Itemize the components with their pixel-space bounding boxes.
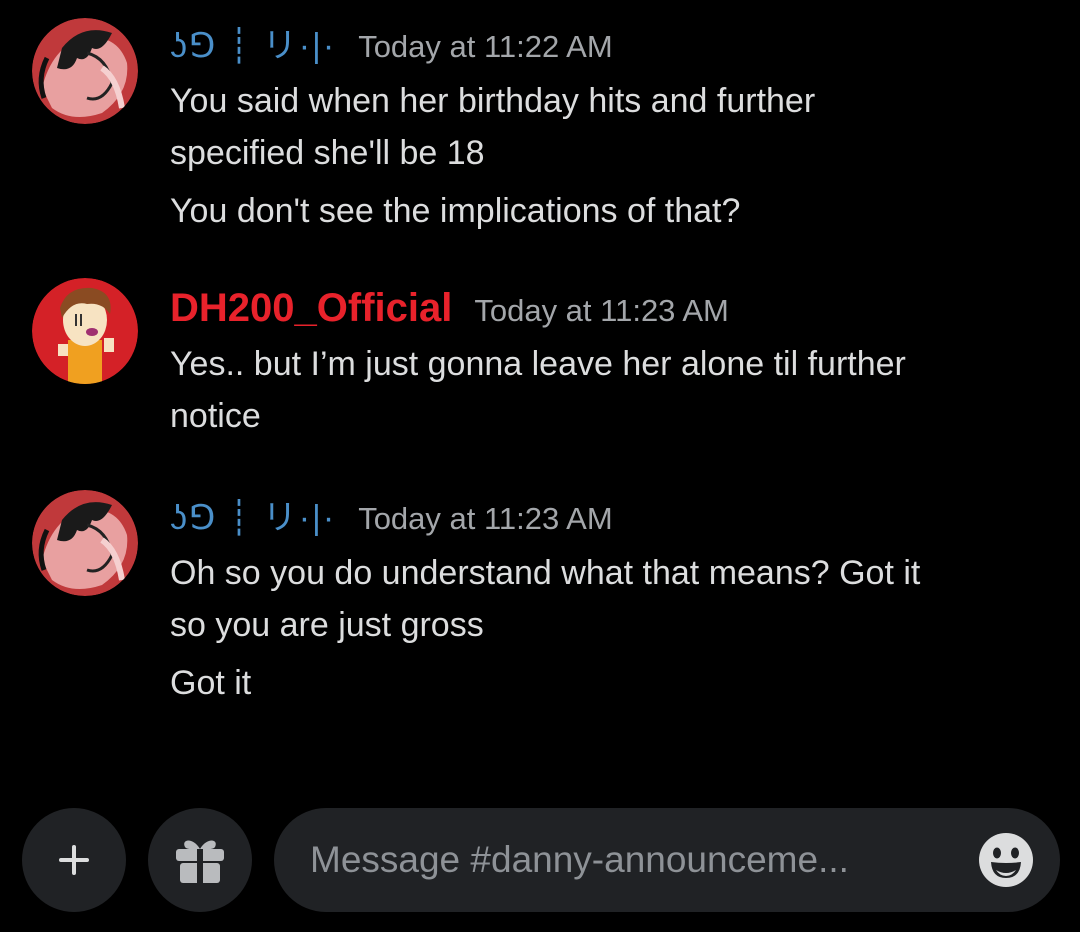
timestamp: Today at 11:23 AM <box>474 293 729 328</box>
attach-button[interactable] <box>22 808 126 912</box>
chat-message-list: ʖꓨ ┊ リ·|· Today at 11:22 AM You said whe… <box>0 0 1080 800</box>
message-line: You don't see the implications of that? <box>170 192 741 230</box>
message-line: notice <box>170 397 261 435</box>
avatar[interactable] <box>32 278 138 384</box>
emoji-smile-icon <box>979 833 1033 887</box>
message-header: ʖꓨ ┊ リ·|· Today at 11:22 AM <box>170 18 613 74</box>
message-line: You said when her birthday hits and furt… <box>170 82 816 120</box>
avatar[interactable] <box>32 490 138 596</box>
message-header: DH200_Official Today at 11:23 AM <box>170 280 729 336</box>
message-input-container <box>274 808 1060 912</box>
message-line: specified she'll be 18 <box>170 134 485 172</box>
gift-button[interactable] <box>148 808 252 912</box>
username[interactable]: DH200_Official <box>170 280 452 336</box>
message-content: Yes.. but I’m just gonna leave her alone… <box>170 338 1050 448</box>
message-content: Oh so you do understand what that means?… <box>170 547 1050 715</box>
message-input[interactable] <box>310 808 960 912</box>
message-content: You said when her birthday hits and furt… <box>170 75 1050 243</box>
emoji-button[interactable] <box>978 832 1034 888</box>
message-line: Oh so you do understand what that means?… <box>170 554 921 592</box>
message-line: Got it <box>170 664 252 702</box>
username[interactable]: ʖꓨ ┊ リ·|· <box>170 490 336 546</box>
username[interactable]: ʖꓨ ┊ リ·|· <box>170 18 336 74</box>
message-composer <box>0 806 1080 912</box>
timestamp: Today at 11:22 AM <box>358 29 613 64</box>
avatar[interactable] <box>32 18 138 124</box>
message-line: Yes.. but I’m just gonna leave her alone… <box>170 345 906 383</box>
message-line: so you are just gross <box>170 606 484 644</box>
plus-icon <box>59 845 89 875</box>
message-header: ʖꓨ ┊ リ·|· Today at 11:23 AM <box>170 490 613 546</box>
gift-icon <box>176 840 224 883</box>
timestamp: Today at 11:23 AM <box>358 501 613 536</box>
